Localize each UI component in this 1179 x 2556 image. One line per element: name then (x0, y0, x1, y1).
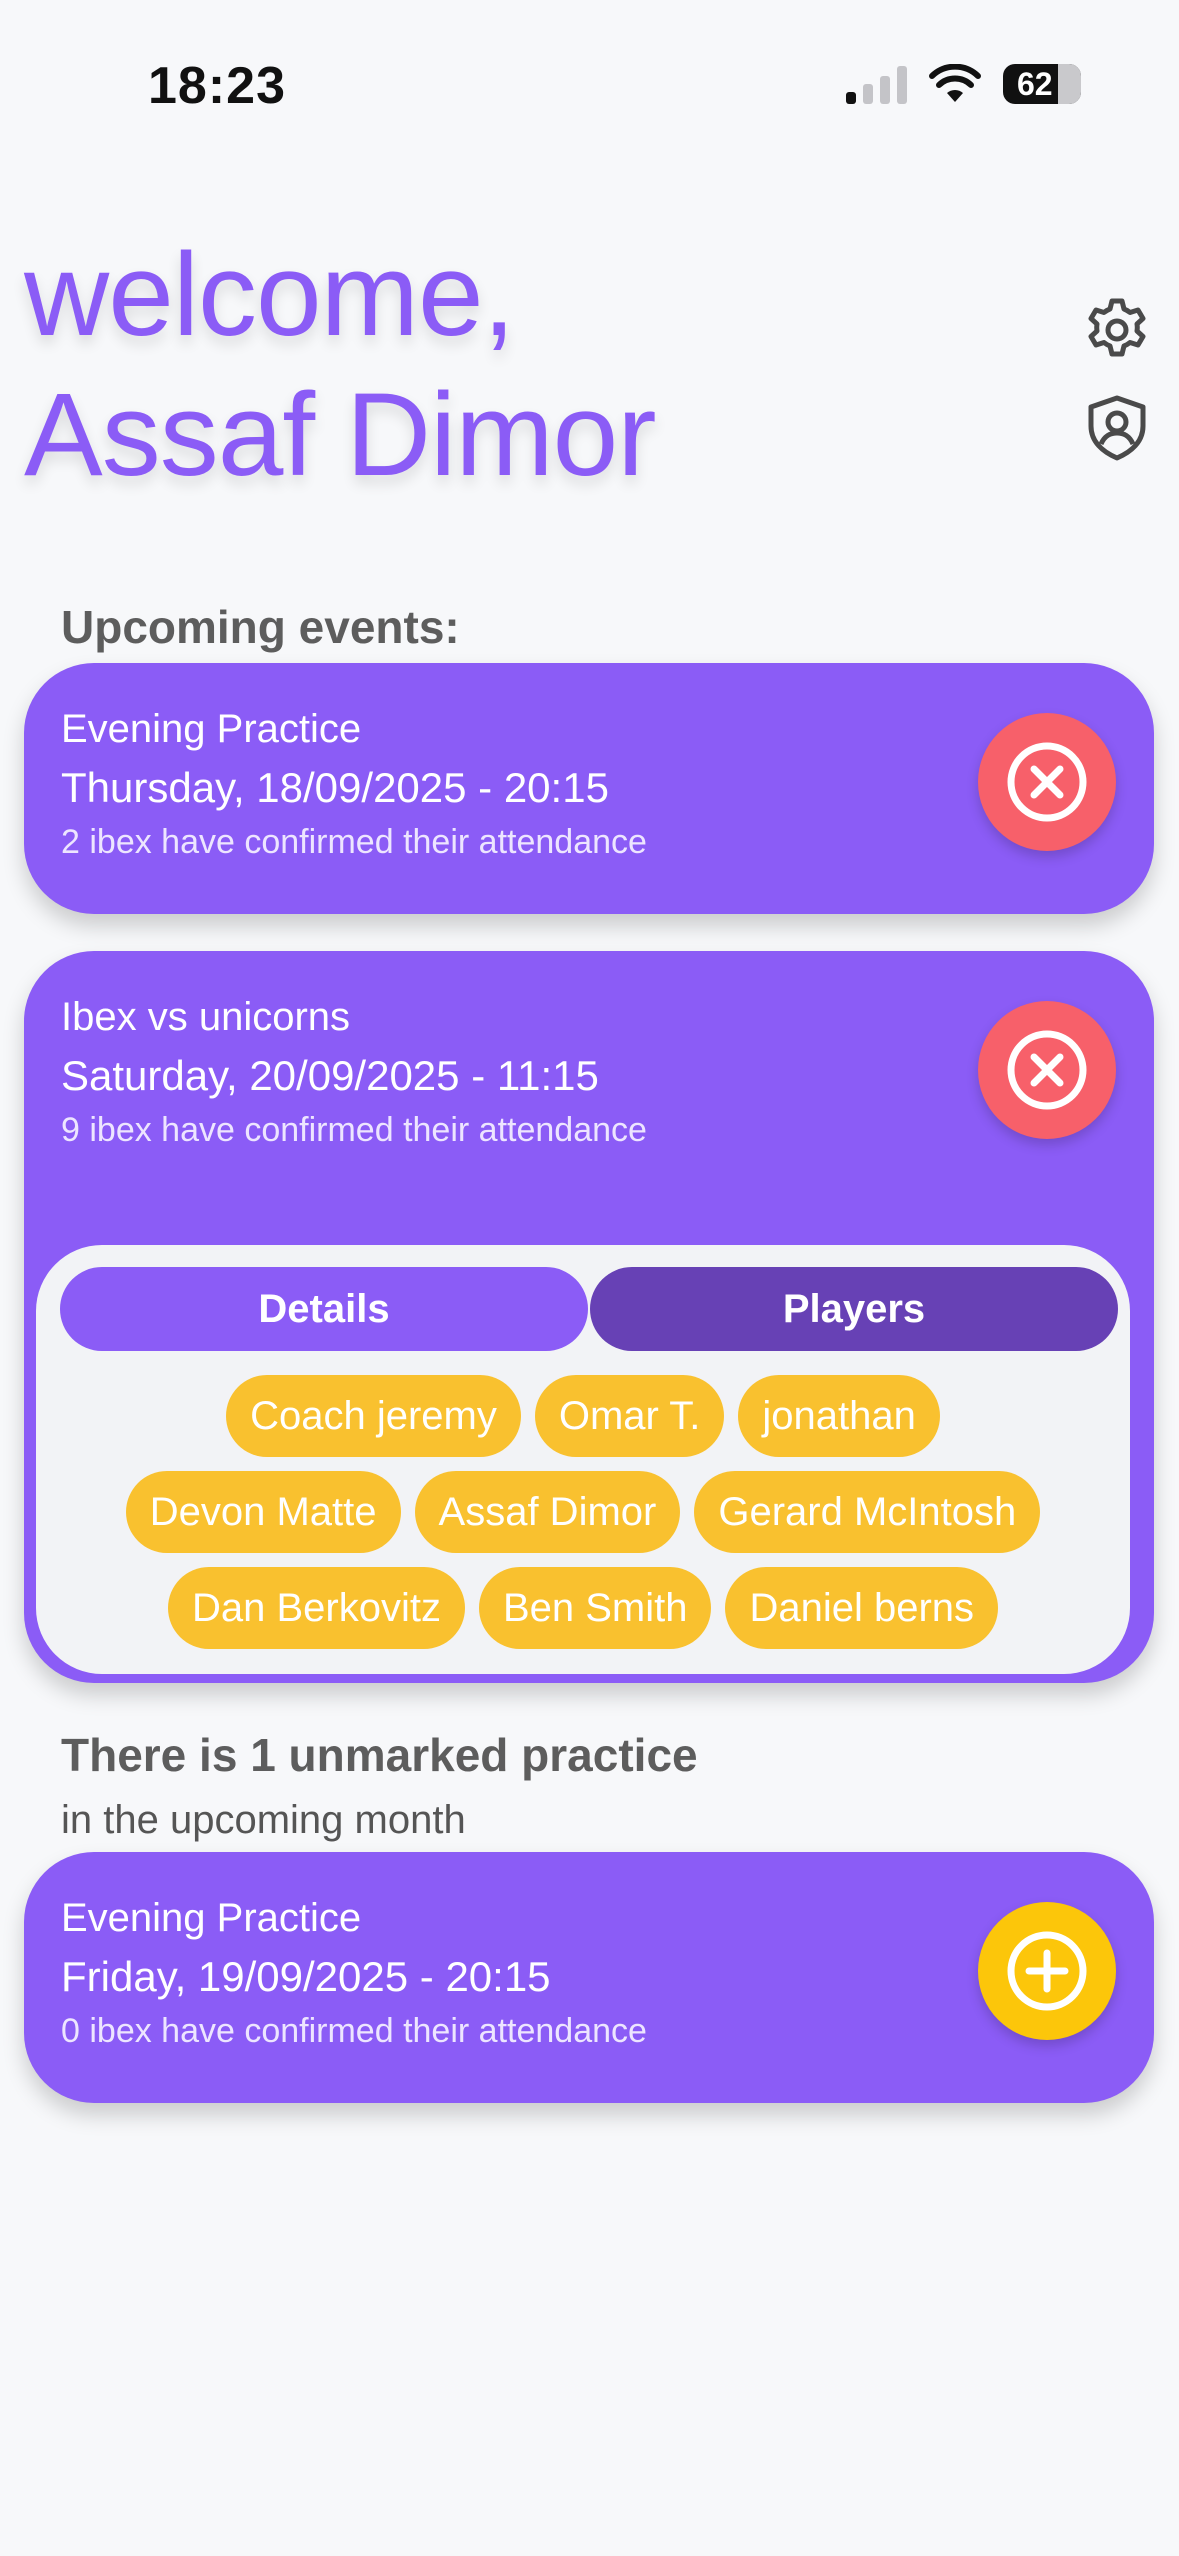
event-card[interactable]: Evening Practice Thursday, 18/09/2025 - … (24, 663, 1154, 914)
event-date: Saturday, 20/09/2025 - 11:15 (61, 1052, 599, 1099)
cancel-attendance-button[interactable] (978, 713, 1116, 851)
close-circle-icon (1007, 742, 1087, 822)
event-title: Evening Practice (61, 707, 362, 751)
player-chip[interactable]: Coach jeremy (226, 1375, 521, 1457)
event-title: Evening Practice (61, 1896, 362, 1940)
player-chip[interactable]: Devon Matte (125, 1471, 401, 1553)
player-chip[interactable]: Daniel berns (725, 1567, 999, 1649)
event-title: Ibex vs unicorns (61, 995, 351, 1039)
add-circle-icon (1007, 1931, 1087, 2011)
confirm-attendance-button[interactable] (978, 1902, 1116, 2040)
battery-level: 62 (1017, 65, 1053, 102)
event-attendance: 0 ibex have confirmed their attendance (61, 2012, 647, 2050)
status-time: 18:23 (148, 57, 286, 115)
cancel-attendance-button[interactable] (978, 1001, 1116, 1139)
player-chip[interactable]: Dan Berkovitz (167, 1567, 465, 1649)
unmarked-event-card[interactable]: Evening Practice Friday, 19/09/2025 - 20… (24, 1852, 1154, 2103)
event-date: Thursday, 18/09/2025 - 20:15 (61, 764, 609, 811)
tab-details[interactable]: Details (60, 1267, 588, 1351)
players-list: Coach jeremy Omar T. jonathan Devon Matt… (36, 1375, 1130, 1663)
status-bar: 18:23 62 (0, 0, 1179, 170)
shield-user-icon[interactable] (1083, 394, 1151, 462)
battery-icon: 62 (1003, 64, 1081, 104)
unmarked-practice-subtitle: in the upcoming month (61, 1798, 466, 1842)
user-name: Assaf Dimor (24, 369, 657, 501)
close-circle-icon (1007, 1030, 1087, 1110)
cellular-signal-icon (846, 64, 907, 104)
player-chip[interactable]: Gerard McIntosh (694, 1471, 1041, 1553)
event-card-expanded[interactable]: Ibex vs unicorns Saturday, 20/09/2025 - … (24, 951, 1154, 1683)
event-attendance: 2 ibex have confirmed their attendance (61, 823, 647, 861)
wifi-icon (929, 64, 981, 102)
tab-players[interactable]: Players (590, 1267, 1118, 1351)
event-attendance: 9 ibex have confirmed their attendance (61, 1111, 647, 1149)
player-chip[interactable]: Assaf Dimor (414, 1471, 681, 1553)
player-chip[interactable]: Omar T. (534, 1375, 725, 1457)
status-icons: 62 (846, 64, 1081, 104)
welcome-heading: welcome, Assaf Dimor (24, 225, 657, 505)
player-chip[interactable]: jonathan (738, 1375, 940, 1457)
greeting-text: welcome, (24, 229, 515, 361)
player-chip[interactable]: Ben Smith (478, 1567, 712, 1649)
unmarked-practice-title: There is 1 unmarked practice (61, 1729, 698, 1781)
upcoming-events-title: Upcoming events: (61, 601, 460, 653)
event-date: Friday, 19/09/2025 - 20:15 (61, 1953, 551, 2000)
event-detail-panel: Details Players Coach jeremy Omar T. jon… (36, 1245, 1130, 1674)
gear-icon[interactable] (1083, 296, 1151, 364)
